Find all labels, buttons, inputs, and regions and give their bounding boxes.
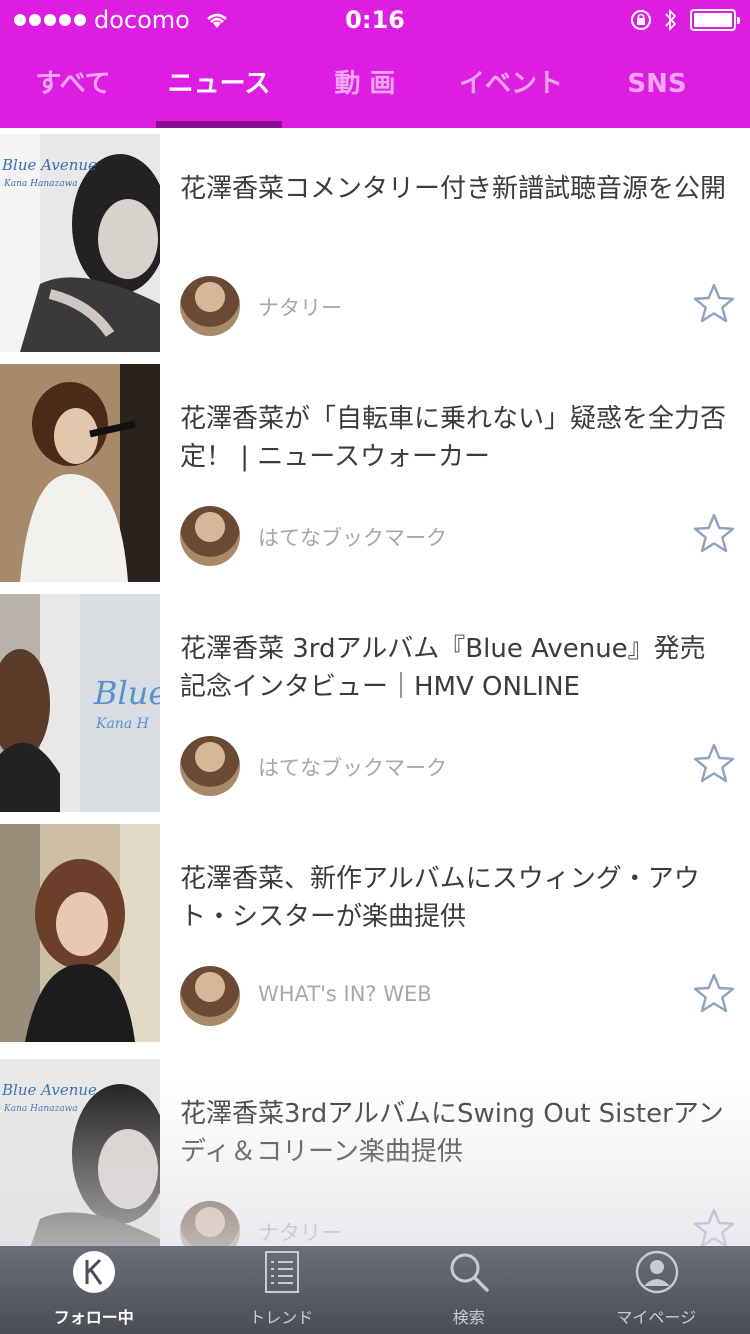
article-source: ナタリー bbox=[258, 1221, 342, 1245]
source-avatar bbox=[180, 1201, 240, 1246]
article-item[interactable]: 花澤香菜、新作アルバムにスウィング・アウト・シスターが楽曲提供 WHAT's I… bbox=[0, 818, 750, 1048]
article-item[interactable]: 花澤香菜が「自転車に乗れない」疑惑を全力否定！ | ニュースウォーカー はてなブ… bbox=[0, 358, 750, 588]
article-source: はてなブックマーク bbox=[258, 526, 447, 550]
article-thumbnail bbox=[0, 824, 160, 1042]
source-avatar bbox=[180, 966, 240, 1026]
source-avatar bbox=[180, 506, 240, 566]
news-feed: Blue Avenue Kana Hanazawa 花澤香菜コメンタリー付き新譜… bbox=[0, 128, 750, 1246]
article-thumbnail bbox=[0, 364, 160, 582]
article-source: WHAT's IN? WEB bbox=[258, 982, 432, 1006]
app-header: docomo 0:16 すべて ニュース 動 画 イベント SNS bbox=[0, 0, 750, 128]
source-avatar bbox=[180, 276, 240, 336]
article-thumbnail: Blue Avenue Kana Hanazawa bbox=[0, 1059, 160, 1246]
favorite-star-icon[interactable] bbox=[692, 1207, 736, 1246]
k-logo-icon bbox=[73, 1251, 115, 1293]
article-item[interactable]: Blue Avenue Kana Hanazawa 花澤香菜コメンタリー付き新譜… bbox=[0, 128, 750, 358]
nav-label: フォロー中 bbox=[53, 1308, 134, 1327]
album-artist-text: Kana Hanazawa bbox=[3, 1104, 78, 1114]
article-title[interactable]: 花澤香菜コメンタリー付き新譜試聴音源を公開 bbox=[180, 170, 730, 208]
article-thumbnail: Blue Kana H bbox=[0, 594, 160, 812]
article-title[interactable]: 花澤香菜が「自転車に乗れない」疑惑を全力否定！ | ニュースウォーカー bbox=[180, 400, 730, 476]
tab-video[interactable]: 動 画 bbox=[292, 58, 438, 128]
article-item[interactable]: Blue Avenue Kana Hanazawa 花澤香菜3rdアルバムにSw… bbox=[0, 1053, 750, 1246]
nav-label: 検索 bbox=[452, 1308, 485, 1327]
nav-label: トレンド bbox=[249, 1308, 314, 1327]
profile-icon bbox=[635, 1250, 678, 1294]
nav-search[interactable]: 検索 bbox=[375, 1246, 563, 1334]
list-icon bbox=[264, 1251, 299, 1293]
article-source: ナタリー bbox=[258, 296, 342, 320]
article-source: はてなブックマーク bbox=[258, 756, 447, 780]
search-icon bbox=[450, 1253, 489, 1292]
source-avatar bbox=[180, 736, 240, 796]
bluetooth-icon bbox=[665, 8, 677, 32]
article-item[interactable]: Blue Kana H 花澤香菜 3rdアルバム『Blue Avenue』発売記… bbox=[0, 588, 750, 818]
favorite-star-icon[interactable] bbox=[692, 742, 736, 786]
tab-news[interactable]: ニュース bbox=[146, 58, 292, 128]
album-title-text: Blue Avenue bbox=[1, 1081, 97, 1099]
nav-trend[interactable]: トレンド bbox=[188, 1246, 376, 1334]
nav-label: マイページ bbox=[616, 1308, 697, 1327]
nav-following[interactable]: フォロー中 bbox=[0, 1246, 188, 1334]
album-artist-text: Kana Hanazawa bbox=[3, 179, 78, 189]
orientation-lock-icon bbox=[631, 10, 651, 30]
favorite-star-icon[interactable] bbox=[692, 282, 736, 326]
article-title[interactable]: 花澤香菜、新作アルバムにスウィング・アウト・シスターが楽曲提供 bbox=[180, 860, 730, 936]
article-title[interactable]: 花澤香菜3rdアルバムにSwing Out Sisterアンディ＆コリーン楽曲提… bbox=[180, 1095, 730, 1171]
album-artist-text: Kana H bbox=[95, 716, 150, 732]
tab-sns[interactable]: SNS bbox=[584, 58, 730, 128]
favorite-star-icon[interactable] bbox=[692, 972, 736, 1016]
article-title[interactable]: 花澤香菜 3rdアルバム『Blue Avenue』発売記念インタビュー｜HMV … bbox=[180, 630, 730, 706]
bottom-tab-bar: フォロー中 トレンド 検索 マイページ bbox=[0, 1246, 750, 1334]
album-title-text: Blue bbox=[93, 674, 160, 712]
tab-all[interactable]: すべて bbox=[0, 58, 146, 128]
article-thumbnail: Blue Avenue Kana Hanazawa bbox=[0, 134, 160, 352]
battery-icon bbox=[690, 9, 740, 31]
status-bar: docomo 0:16 bbox=[0, 0, 750, 40]
nav-mypage[interactable]: マイページ bbox=[563, 1246, 750, 1334]
album-title-text: Blue Avenue bbox=[1, 156, 97, 174]
favorite-star-icon[interactable] bbox=[692, 512, 736, 556]
tab-event[interactable]: イベント bbox=[438, 58, 584, 128]
category-tabs: すべて ニュース 動 画 イベント SNS bbox=[0, 58, 750, 128]
